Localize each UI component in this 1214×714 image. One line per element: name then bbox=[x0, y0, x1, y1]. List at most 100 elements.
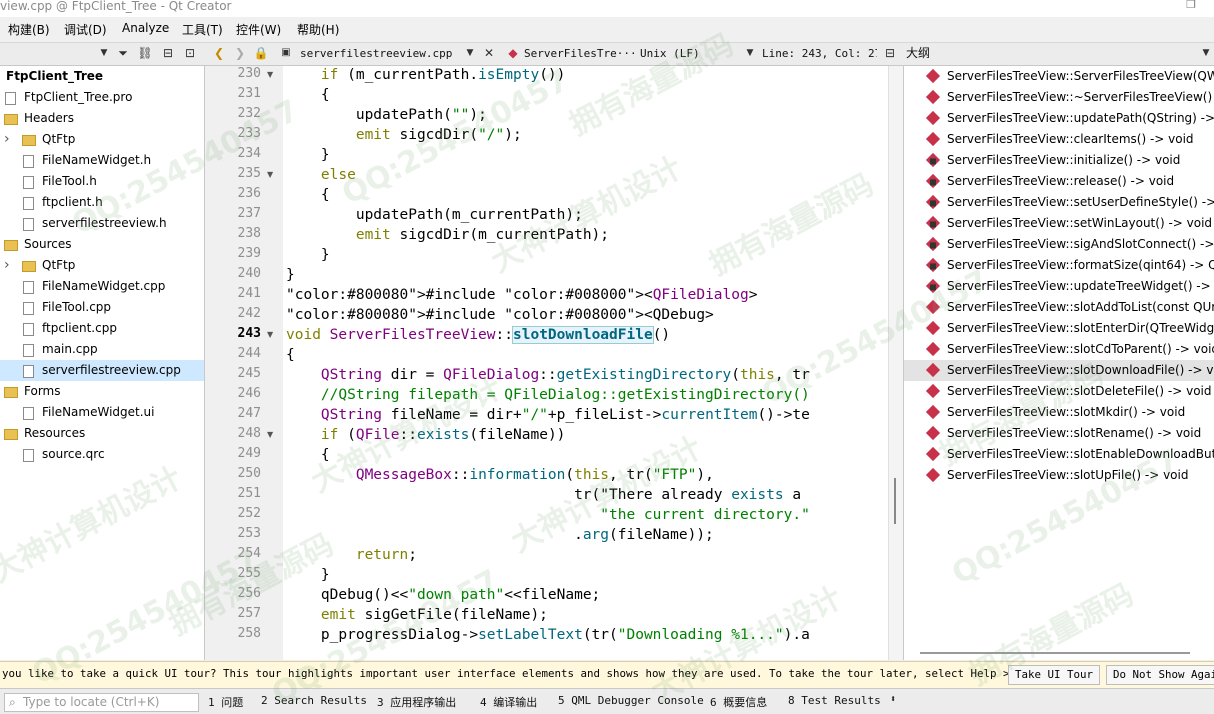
outline-item[interactable]: ServerFilesTreeView::clearItems() -> voi… bbox=[904, 129, 1214, 150]
outline-item[interactable]: ServerFilesTreeView::slotDeleteFile() ->… bbox=[904, 381, 1214, 402]
method-icon bbox=[925, 341, 941, 357]
back-arrow-icon[interactable]: ❮ bbox=[211, 45, 227, 61]
outline-item[interactable]: ServerFilesTreeView::slotRename() -> voi… bbox=[904, 423, 1214, 444]
code-line: } bbox=[286, 567, 330, 583]
dropdown-arrow-icon[interactable]: ▼ bbox=[96, 45, 112, 61]
outline-item[interactable]: ServerFilesTreeView::updateTreeWidget() … bbox=[904, 276, 1214, 297]
tree-file-item[interactable]: ftpclient.cpp bbox=[0, 318, 204, 339]
collapsed-arrow-icon[interactable]: › bbox=[4, 129, 10, 150]
tree-file-item[interactable]: FtpClient_Tree.pro bbox=[0, 87, 204, 108]
editor-scrollbar[interactable] bbox=[888, 66, 903, 660]
output-tab[interactable]: 5 QML Debugger Console bbox=[558, 694, 704, 707]
outline-item[interactable]: ServerFilesTreeView::release() -> void bbox=[904, 171, 1214, 192]
tree-item-label: FileTool.cpp bbox=[42, 300, 112, 314]
menu-item[interactable]: Analyze bbox=[122, 21, 169, 35]
outline-item[interactable]: ServerFilesTreeView::setUserDefineStyle(… bbox=[904, 192, 1214, 213]
outline-item[interactable]: ServerFilesTreeView::~ServerFilesTreeVie… bbox=[904, 87, 1214, 108]
output-tab[interactable]: 8 Test Results bbox=[788, 694, 881, 707]
file-icon bbox=[23, 344, 34, 357]
encoding-combo[interactable]: Unix (LF) bbox=[640, 45, 740, 62]
tree-file-item[interactable]: main.cpp bbox=[0, 339, 204, 360]
code-line: QString dir = QFileDialog::getExistingDi… bbox=[320, 367, 810, 383]
tree-file-item[interactable]: FileNameWidget.ui bbox=[0, 402, 204, 423]
cursor-position[interactable]: Line: 243, Col: 27 bbox=[762, 45, 877, 62]
ui-tour-bar: you like to take a quick UI tour? This t… bbox=[0, 661, 1214, 688]
outline-item[interactable]: ServerFilesTreeView::slotDownloadFile() … bbox=[904, 360, 1214, 381]
line-number: 257 bbox=[237, 606, 261, 621]
outline-item[interactable]: ServerFilesTreeView::slotCdToParent() ->… bbox=[904, 339, 1214, 360]
tree-file-item[interactable]: FileNameWidget.cpp bbox=[0, 276, 204, 297]
output-tab[interactable]: 1 问题 bbox=[208, 694, 243, 710]
fold-arrow-icon[interactable]: ▼ bbox=[267, 430, 273, 439]
file-icon bbox=[23, 407, 34, 420]
locator-input[interactable]: ⌕ Type to locate (Ctrl+K) bbox=[4, 693, 199, 712]
code-editor[interactable]: if (m_currentPath.isEmpty()) { updatePat… bbox=[283, 66, 888, 660]
scroll-thumb[interactable] bbox=[894, 478, 896, 524]
outline-item[interactable]: ServerFilesTreeView::ServerFilesTreeView… bbox=[904, 66, 1214, 87]
outline-arrow-icon[interactable]: ▼ bbox=[1198, 45, 1214, 61]
split-icon[interactable]: ⊟ bbox=[160, 45, 176, 61]
tree-folder-item[interactable]: Sources bbox=[0, 234, 204, 255]
line-number: 246 bbox=[237, 386, 261, 401]
output-tab[interactable]: 2 Search Results bbox=[261, 694, 367, 707]
tree-folder-item[interactable]: › QtFtp bbox=[0, 129, 204, 150]
menu-item[interactable]: 帮助(H) bbox=[297, 21, 339, 38]
tree-file-item[interactable]: serverfilestreeview.h bbox=[0, 213, 204, 234]
tree-folder-item[interactable]: Resources bbox=[0, 423, 204, 444]
symbol-combo[interactable]: ServerFilesTre··· bbox=[524, 45, 634, 62]
tree-file-item[interactable]: source.qrc bbox=[0, 444, 204, 465]
forward-arrow-icon[interactable]: ❯ bbox=[232, 45, 248, 61]
private-method-icon bbox=[925, 278, 941, 294]
method-icon bbox=[925, 131, 941, 147]
outline-item-label: ServerFilesTreeView::slotCdToParent() ->… bbox=[947, 342, 1214, 356]
tree-folder-item[interactable]: FtpClient_Tree bbox=[0, 66, 204, 87]
take-tour-button[interactable]: Take UI Tour bbox=[1008, 665, 1101, 685]
outline-item[interactable]: ServerFilesTreeView::slotEnableDownloadB… bbox=[904, 444, 1214, 465]
outline-item[interactable]: ServerFilesTreeView::updatePath(QString)… bbox=[904, 108, 1214, 129]
maximize-icon[interactable]: ❐ bbox=[1186, 0, 1196, 11]
close-sidebar-icon[interactable]: ⊡ bbox=[182, 45, 198, 61]
outline-item[interactable]: ServerFilesTreeView::formatSize(qint64) … bbox=[904, 255, 1214, 276]
menu-item[interactable]: 调试(D) bbox=[64, 21, 107, 38]
outline-item[interactable]: ServerFilesTreeView::sigAndSlotConnect()… bbox=[904, 234, 1214, 255]
outline-item[interactable]: ServerFilesTreeView::setWinLayout() -> v… bbox=[904, 213, 1214, 234]
split-editor-icon[interactable]: ⊟ bbox=[882, 45, 898, 61]
outline-item-label: ServerFilesTreeView::setWinLayout() -> v… bbox=[947, 216, 1213, 230]
tree-folder-item[interactable]: Forms bbox=[0, 381, 204, 402]
fold-arrow-icon[interactable]: ▼ bbox=[267, 330, 273, 339]
close-file-icon[interactable]: ✕ bbox=[481, 45, 497, 61]
output-tab[interactable]: 6 概要信息 bbox=[710, 694, 767, 710]
collapsed-arrow-icon[interactable]: › bbox=[4, 255, 10, 276]
link-icon[interactable]: ⛓ bbox=[137, 45, 153, 61]
encoding-arrow-icon[interactable]: ▼ bbox=[742, 45, 758, 61]
line-number: 240 bbox=[237, 266, 261, 281]
output-tab[interactable]: 4 编译输出 bbox=[480, 694, 537, 710]
menu-item[interactable]: 控件(W) bbox=[236, 21, 281, 38]
outline-item[interactable]: ServerFilesTreeView::slotUpFile() -> voi… bbox=[904, 465, 1214, 486]
tree-folder-item[interactable]: › QtFtp bbox=[0, 255, 204, 276]
tree-file-item[interactable]: FileNameWidget.h bbox=[0, 150, 204, 171]
tree-file-item[interactable]: FileTool.h bbox=[0, 171, 204, 192]
fold-arrow-icon[interactable]: ▼ bbox=[267, 70, 273, 79]
file-combo[interactable]: serverfilestreeview.cpp bbox=[300, 45, 460, 62]
tree-file-item[interactable]: FileTool.cpp bbox=[0, 297, 204, 318]
filter-icon[interactable]: ⏷ bbox=[115, 45, 131, 61]
line-number-gutter: 230 ▼ 231 232 233 234 235 ▼ 236 237 238 239 240 241 24… bbox=[205, 66, 283, 660]
menu-item[interactable]: 构建(B) bbox=[8, 21, 50, 38]
output-tab[interactable]: 3 应用程序输出 bbox=[377, 694, 456, 710]
output-tabs-arrow-icon[interactable]: ⬍ bbox=[890, 694, 896, 705]
outline-item[interactable]: ServerFilesTreeView::slotEnterDir(QTreeW… bbox=[904, 318, 1214, 339]
dismiss-tour-button[interactable]: Do Not Show Again bbox=[1106, 665, 1214, 685]
outline-item[interactable]: ServerFilesTreeView::slotMkdir() -> void bbox=[904, 402, 1214, 423]
file-combo-arrow-icon[interactable]: ▼ bbox=[462, 45, 478, 61]
outline-item[interactable]: ServerFilesTreeView::slotAddToList(const… bbox=[904, 297, 1214, 318]
tree-file-item[interactable]: ftpclient.h bbox=[0, 192, 204, 213]
outline-scroll-thumb[interactable] bbox=[920, 652, 1190, 654]
fold-arrow-icon[interactable]: ▼ bbox=[267, 170, 273, 179]
outline-item[interactable]: ServerFilesTreeView::initialize() -> voi… bbox=[904, 150, 1214, 171]
outline-hscrollbar[interactable] bbox=[920, 650, 1214, 656]
tree-folder-item[interactable]: Headers bbox=[0, 108, 204, 129]
outline-item-label: ServerFilesTreeView::slotRename() -> voi… bbox=[947, 426, 1202, 440]
menu-item[interactable]: 工具(T) bbox=[182, 21, 223, 38]
tree-file-item[interactable]: serverfilestreeview.cpp bbox=[0, 360, 204, 381]
